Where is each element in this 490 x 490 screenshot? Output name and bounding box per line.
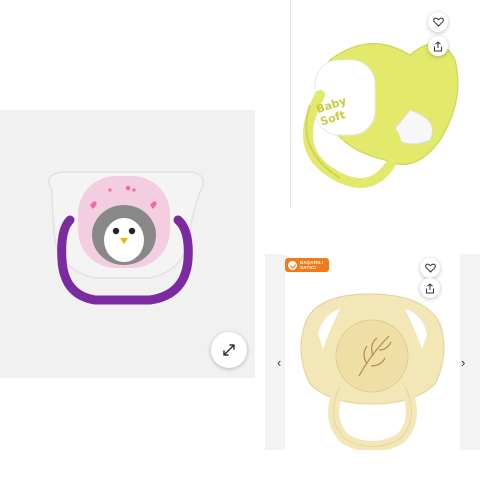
successful-seller-badge: BAŞARILI SATICI [285,258,330,272]
favorite-button[interactable] [420,258,440,278]
check-icon [288,260,297,270]
badge-line2: SATICI [300,265,316,270]
next-image-arrow[interactable]: › [461,356,465,369]
share-icon [434,40,442,51]
prev-image-arrow[interactable]: ‹ [277,356,281,369]
top-right-product-image-panel: Baby Soft [290,0,462,208]
divider [290,0,291,208]
favorite-button[interactable] [428,12,448,32]
heart-icon [424,263,436,273]
share-button[interactable] [420,278,440,298]
expand-arrows-icon [223,344,235,356]
bottom-right-product-image-panel: BAŞARILI SATICI ‹ › [265,254,480,450]
expand-button[interactable] [211,332,247,368]
share-icon [426,282,434,293]
share-button[interactable] [428,36,448,56]
left-product-image-panel [0,110,255,378]
heart-icon [432,17,444,27]
